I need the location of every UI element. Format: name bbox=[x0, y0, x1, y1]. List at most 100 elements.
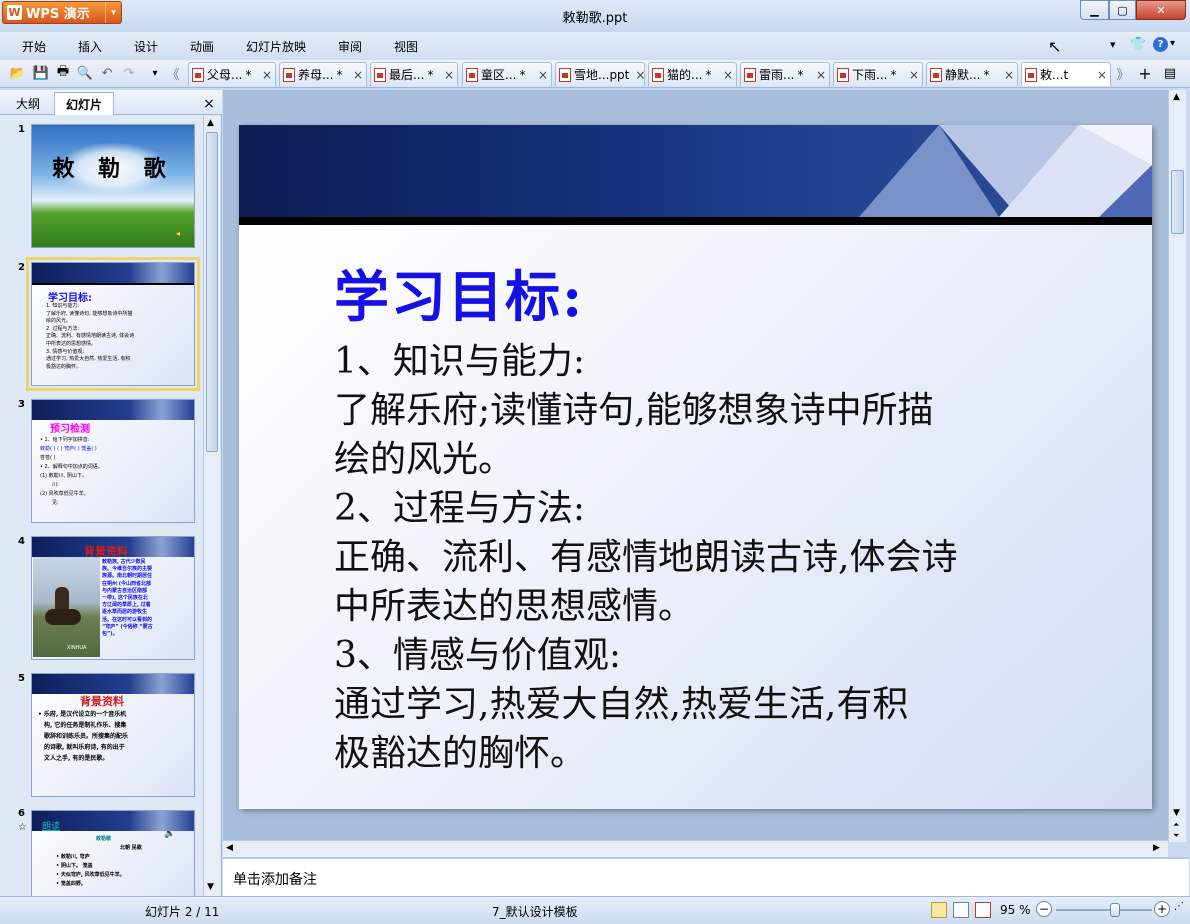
notes-pane[interactable]: 单击添加备注 bbox=[223, 857, 1189, 896]
minimize-button[interactable]: ▁ bbox=[1080, 0, 1109, 20]
notes-placeholder[interactable]: 单击添加备注 bbox=[233, 869, 317, 889]
scroll-left-icon[interactable]: ◀ bbox=[226, 843, 233, 853]
slide-horizontal-scrollbar[interactable]: ◀ ▶ bbox=[223, 840, 1168, 857]
menu-design[interactable]: 设计 bbox=[134, 38, 158, 55]
slide-title[interactable]: 学习目标: bbox=[334, 252, 584, 332]
slide-text-line[interactable]: 3、情感与价值观: bbox=[334, 631, 621, 680]
chevron-down-icon[interactable]: ▾ bbox=[1110, 38, 1116, 51]
menu-home[interactable]: 开始 bbox=[22, 38, 46, 55]
scroll-down-icon[interactable]: ▼ bbox=[1173, 808, 1180, 818]
undo-icon[interactable]: ↶ bbox=[98, 64, 116, 82]
save-icon[interactable]: 💾 bbox=[32, 64, 50, 82]
wps-app-menu-button[interactable]: W WPS 演示 ▾ bbox=[2, 1, 122, 24]
resize-grip-icon[interactable]: ⋰ bbox=[1174, 901, 1184, 912]
document-tab-active[interactable]: 敕...t × bbox=[1021, 62, 1111, 86]
tab-slides[interactable]: 幻灯片 bbox=[54, 92, 114, 115]
menu-insert[interactable]: 插入 bbox=[78, 38, 102, 55]
skin-shirt-icon[interactable]: 👕 bbox=[1130, 37, 1146, 52]
thumbnails-scrollbar[interactable]: ▲ ▼ bbox=[203, 116, 220, 896]
slideshow-view-icon[interactable] bbox=[975, 902, 991, 918]
customize-dropdown-icon[interactable]: ▾ bbox=[146, 64, 164, 82]
slide-thumbnail-3[interactable]: 预习检测 • 1、给下列字加拼音: 敕勒( ) ( ) 穹庐( ) 笼盖( ) … bbox=[31, 399, 195, 523]
ppt-file-icon bbox=[1025, 67, 1037, 82]
document-tab[interactable]: 静默... * × bbox=[926, 62, 1018, 86]
chevron-down-icon[interactable]: ▾ bbox=[105, 2, 121, 23]
scroll-down-icon[interactable]: ▼ bbox=[207, 882, 214, 892]
slide-text-line[interactable]: 绘的风光。 bbox=[334, 435, 514, 484]
close-window-button[interactable]: ✕ bbox=[1136, 0, 1186, 20]
close-tab-icon[interactable]: × bbox=[444, 68, 454, 82]
document-tab[interactable]: 下雨... * × bbox=[833, 62, 923, 86]
redo-icon[interactable]: ↷ bbox=[120, 64, 138, 82]
quick-access-toolbar: 📂 💾 🖶 🔍 ↶ ↷ ▾ 《 父母... * × 养母... * × 最后... * × … bbox=[0, 60, 1190, 88]
zoom-out-icon[interactable]: − bbox=[1036, 901, 1052, 917]
slide-text-line[interactable]: 2、过程与方法: bbox=[334, 484, 585, 533]
document-tab[interactable]: 雷雨... * × bbox=[740, 62, 830, 86]
menu-animation[interactable]: 动画 bbox=[190, 38, 214, 55]
wps-logo-icon: W bbox=[7, 5, 22, 20]
close-tab-icon[interactable]: × bbox=[538, 68, 548, 82]
thumbnail-line: 苍苍( ) bbox=[40, 455, 56, 461]
document-tab[interactable]: 最后... * × bbox=[370, 62, 458, 86]
close-tab-icon[interactable]: × bbox=[635, 68, 645, 82]
slide-thumbnail-4[interactable]: 背景资料 XINHUA 敕勒族, 古代少数民 族。今维吾尔族的主要 族源。南北朝… bbox=[31, 536, 195, 660]
zoom-slider-thumb[interactable] bbox=[1109, 903, 1120, 917]
open-folder-icon[interactable]: 📂 bbox=[9, 64, 27, 82]
slide-thumbnail-5[interactable]: 背景资料 • 乐府, 是汉代设立的一个音乐机 构, 它的任务是制礼作乐、搜集 歌… bbox=[31, 673, 195, 797]
tab-scroll-left-icon[interactable]: 《 bbox=[164, 64, 182, 83]
menu-slideshow[interactable]: 幻灯片放映 bbox=[246, 38, 306, 55]
close-tab-icon[interactable]: × bbox=[723, 68, 733, 82]
next-slide-icon[interactable]: ⏷ bbox=[1173, 831, 1179, 841]
zoom-slider-track[interactable] bbox=[1056, 909, 1152, 911]
menu-view[interactable]: 视图 bbox=[394, 38, 418, 55]
slide-text-line[interactable]: 通过学习,热爱大自然,热爱生活,有积 bbox=[334, 680, 908, 729]
close-pane-icon[interactable]: × bbox=[200, 92, 218, 115]
slide-thumbnail-6[interactable]: 朗读 🔈 敕勒歌 北朝 民歌 • 敕勒川, 穹庐 • 阴山下。 笼盖 • 天似穹… bbox=[31, 810, 195, 896]
help-icon[interactable]: ? bbox=[1153, 37, 1168, 52]
slide-text-line[interactable]: 1、知识与能力: bbox=[334, 337, 585, 386]
maximize-button[interactable]: ▢ bbox=[1109, 0, 1136, 20]
thumbnail-line: 正确、流利、有感情地朗读古诗, 体会诗 bbox=[46, 333, 135, 340]
slide-text-line[interactable]: 正确、流利、有感情地朗读古诗,体会诗 bbox=[334, 533, 957, 582]
menu-review[interactable]: 审阅 bbox=[338, 38, 362, 55]
scrollbar-thumb[interactable] bbox=[206, 132, 218, 452]
close-tab-icon[interactable]: × bbox=[1097, 68, 1107, 82]
print-preview-icon[interactable]: 🔍 bbox=[76, 64, 94, 82]
document-tab[interactable]: 养母... * × bbox=[279, 62, 367, 86]
slide-text-line[interactable]: 极豁达的胸怀。 bbox=[334, 729, 586, 778]
scroll-up-icon[interactable]: ▲ bbox=[1173, 92, 1180, 102]
slide-vertical-scrollbar[interactable]: ▲ ▼ ⏶ ⏷ bbox=[1168, 90, 1186, 842]
slide-text-line[interactable]: 了解乐府;读懂诗句,能够想象诗中所描 bbox=[334, 386, 934, 435]
close-tab-icon[interactable]: × bbox=[353, 68, 363, 82]
current-slide[interactable]: 学习目标: 1、知识与能力: 了解乐府;读懂诗句,能够想象诗中所描 绘的风光。 … bbox=[239, 125, 1152, 809]
slide-thumbnail-1[interactable]: 敕 勒 歌 ◂ bbox=[31, 124, 195, 248]
scroll-up-icon[interactable]: ▲ bbox=[207, 118, 214, 128]
slide-sorter-view-icon[interactable] bbox=[953, 902, 969, 918]
zoom-in-icon[interactable]: + bbox=[1154, 901, 1170, 917]
thumbnail-line: 川: bbox=[52, 482, 59, 488]
close-tab-icon[interactable]: × bbox=[816, 68, 826, 82]
normal-view-icon[interactable] bbox=[931, 902, 947, 918]
tab-scroll-right-icon[interactable]: 》 bbox=[1114, 64, 1132, 83]
close-tab-icon[interactable]: × bbox=[909, 68, 919, 82]
scrollbar-thumb[interactable] bbox=[1171, 170, 1184, 234]
new-tab-plus-icon[interactable]: + bbox=[1136, 64, 1154, 83]
document-tab[interactable]: 雪地...ppt × bbox=[555, 62, 645, 86]
document-tab[interactable]: 猫的... * × bbox=[648, 62, 737, 86]
close-tab-icon[interactable]: × bbox=[262, 68, 272, 82]
template-name[interactable]: 7_默认设计模板 bbox=[492, 903, 578, 920]
document-tab[interactable]: 童区... * × bbox=[462, 62, 552, 86]
tab-outline[interactable]: 大纲 bbox=[4, 92, 52, 115]
slides-pane: 大纲 幻灯片 × 1 敕 勒 歌 ◂ 2 学习目标: 1. 知识与能力: 了解乐… bbox=[0, 90, 222, 896]
slide-text-line[interactable]: 中所表达的思想感情。 bbox=[334, 582, 694, 631]
scroll-right-icon[interactable]: ▶ bbox=[1153, 843, 1160, 853]
close-tab-icon[interactable]: × bbox=[1004, 68, 1014, 82]
document-tab[interactable]: 父母... * × bbox=[188, 62, 276, 86]
tab-list-icon[interactable]: ▤ bbox=[1161, 64, 1179, 82]
previous-slide-icon[interactable]: ⏶ bbox=[1173, 820, 1179, 830]
slide-thumbnail-2[interactable]: 学习目标: 1. 知识与能力: 了解乐府, 读懂诗句, 能够想象诗中所描 绘的风… bbox=[26, 257, 200, 391]
horse-rider-photo: XINHUA bbox=[33, 557, 100, 657]
help-dropdown-icon[interactable]: ▾ bbox=[1170, 38, 1175, 49]
thumbnail-line: (2) 风吹草低见牛羊。 bbox=[40, 491, 89, 497]
print-icon[interactable]: 🖶 bbox=[54, 64, 72, 82]
